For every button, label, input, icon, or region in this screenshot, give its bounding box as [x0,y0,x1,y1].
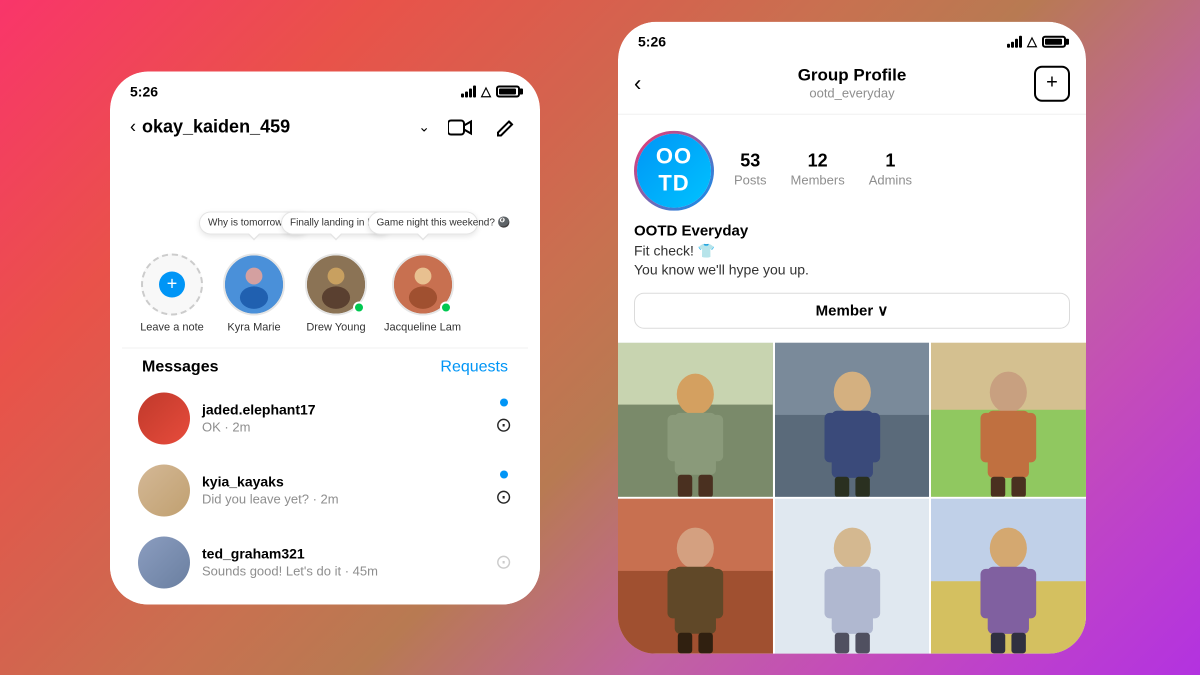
group-bio: OOTD Everyday Fit check! 👕 You know we'l… [618,222,1086,292]
online-dot-drew [353,301,365,313]
stat-admins-num: 1 [869,151,912,172]
unread-dot-2 [500,471,508,479]
camera-icon-2[interactable]: ⊙ [495,485,512,510]
msg-meta-2: ⊙ [495,471,512,510]
msg-preview-3: Sounds good! Let's do it · 45m [202,564,483,579]
left-status-bar: 5:26 △ [110,71,540,107]
avatar-jaded-elephant [138,392,190,444]
grid-photo-2[interactable] [775,342,930,497]
member-button-label: Member ∨ [816,301,889,319]
left-status-icons: △ [461,83,520,99]
compose-button[interactable] [492,113,520,141]
group-profile-subtitle: ootd_everyday [670,86,1034,101]
stat-admins: 1 Admins [869,151,912,190]
group-back-button[interactable]: ‹ [634,70,670,96]
right-status-icons: △ [1007,33,1066,49]
online-dot-jacqueline [440,301,452,313]
group-desc: Fit check! 👕 You know we'll hype you up. [634,241,1070,280]
msg-preview-1: OK · 2m [202,420,483,435]
chevron-down-icon: ⌄ [418,119,430,136]
avatar-kyia-kayaks [138,464,190,516]
msg-preview-2: Did you leave yet? · 2m [202,492,483,507]
msg-content-2: kyia_kayaks Did you leave yet? · 2m [202,474,483,507]
story-label-drew: Drew Young [306,321,365,333]
messages-title: Messages [142,358,219,376]
story-label-kyra: Kyra Marie [227,321,280,333]
grid-photo-4[interactable] [618,499,773,654]
msg-username-2: kyia_kayaks [202,474,483,490]
left-nav-bar: ‹ okay_kaiden_459 ⌄ [110,107,540,151]
battery-icon [496,85,520,97]
requests-link[interactable]: Requests [440,358,508,376]
right-signal-icon [1007,35,1022,47]
grid-photo-3[interactable] [931,342,1086,497]
msg-meta-3: ⊙ [495,550,512,575]
stat-posts-label: Posts [734,173,767,188]
group-nav-center: Group Profile ootd_everyday [670,66,1034,101]
left-phone-screen: 5:26 △ ‹ okay_kaiden_459 ⌄ [110,71,540,604]
camera-icon-1[interactable]: ⊙ [495,413,512,438]
stat-posts: 53 Posts [734,151,767,190]
left-nav-title: okay_kaiden_459 [142,117,418,138]
msg-username-3: ted_graham321 [202,546,483,562]
left-phone-frame: 5:26 △ ‹ okay_kaiden_459 ⌄ [110,71,540,604]
group-name: OOTD Everyday [634,222,1070,239]
group-profile-nav: ‹ Group Profile ootd_everyday + [618,57,1086,114]
stat-members-label: Members [791,173,845,188]
story-item-kyra[interactable]: Why is tomorrow Monday!? 😩 Kyra Marie [220,253,288,333]
stories-row: + Leave a note Why is tomorrow Monday!? … [122,201,528,347]
stat-members: 12 Members [791,151,845,190]
left-time: 5:26 [130,83,158,99]
messages-section: Messages Requests jaded.elephant17 OK · … [122,347,528,598]
msg-meta-1: ⊙ [495,399,512,438]
group-avatar-initials: OOTD [637,133,711,207]
msg-content-3: ted_graham321 Sounds good! Let's do it ·… [202,546,483,579]
stat-members-num: 12 [791,151,845,172]
right-phone-frame: 5:26 △ ‹ Group Profile ootd_everyday [618,21,1086,654]
left-nav-icons [446,113,520,141]
message-item-1[interactable]: jaded.elephant17 OK · 2m ⊙ [122,382,528,454]
msg-content-1: jaded.elephant17 OK · 2m [202,402,483,435]
right-phone-screen: 5:26 △ ‹ Group Profile ootd_everyday [618,21,1086,654]
signal-icon [461,85,476,97]
story-item-drew[interactable]: Finally landing in NYC! ❤️ [302,253,370,333]
video-call-button[interactable] [446,113,474,141]
avatar-ted-graham [138,536,190,588]
grid-photo-5[interactable] [775,499,930,654]
add-button[interactable]: + [1034,65,1070,101]
camera-icon-3[interactable]: ⊙ [495,550,512,575]
add-note-avatar: + [141,253,203,315]
right-time: 5:26 [638,33,666,49]
message-item-2[interactable]: kyia_kayaks Did you leave yet? · 2m ⊙ [122,454,528,526]
right-battery-icon [1042,35,1066,47]
group-stats: 53 Posts 12 Members 1 Admins [734,151,912,190]
stat-admins-label: Admins [869,173,912,188]
note-bubble-jacqueline: Game night this weekend? 🎱 [368,211,478,234]
story-item-self[interactable]: + Leave a note [138,253,206,333]
add-icon: + [159,271,185,297]
unread-dot-1 [500,399,508,407]
grid-photo-6[interactable] [931,499,1086,654]
msg-username-1: jaded.elephant17 [202,402,483,418]
story-item-jacqueline[interactable]: Game night this weekend? 🎱 [384,253,461,333]
wifi-icon: △ [481,83,491,99]
message-item-3[interactable]: ted_graham321 Sounds good! Let's do it ·… [122,526,528,598]
messages-header: Messages Requests [122,347,528,382]
group-profile-title: Group Profile [670,66,1034,86]
photo-grid [618,342,1086,653]
grid-photo-1[interactable] [618,342,773,497]
story-label-jacqueline: Jacqueline Lam [384,321,461,333]
story-label-self: Leave a note [140,321,204,333]
right-status-bar: 5:26 △ [618,21,1086,57]
right-wifi-icon: △ [1027,33,1037,49]
stat-posts-num: 53 [734,151,767,172]
member-button[interactable]: Member ∨ [634,292,1070,328]
group-avatar: OOTD [634,130,714,210]
avatar-kyra [223,253,285,315]
group-info-row: OOTD 53 Posts 12 Members 1 Admins [618,114,1086,222]
left-back-button[interactable]: ‹ [130,117,136,138]
